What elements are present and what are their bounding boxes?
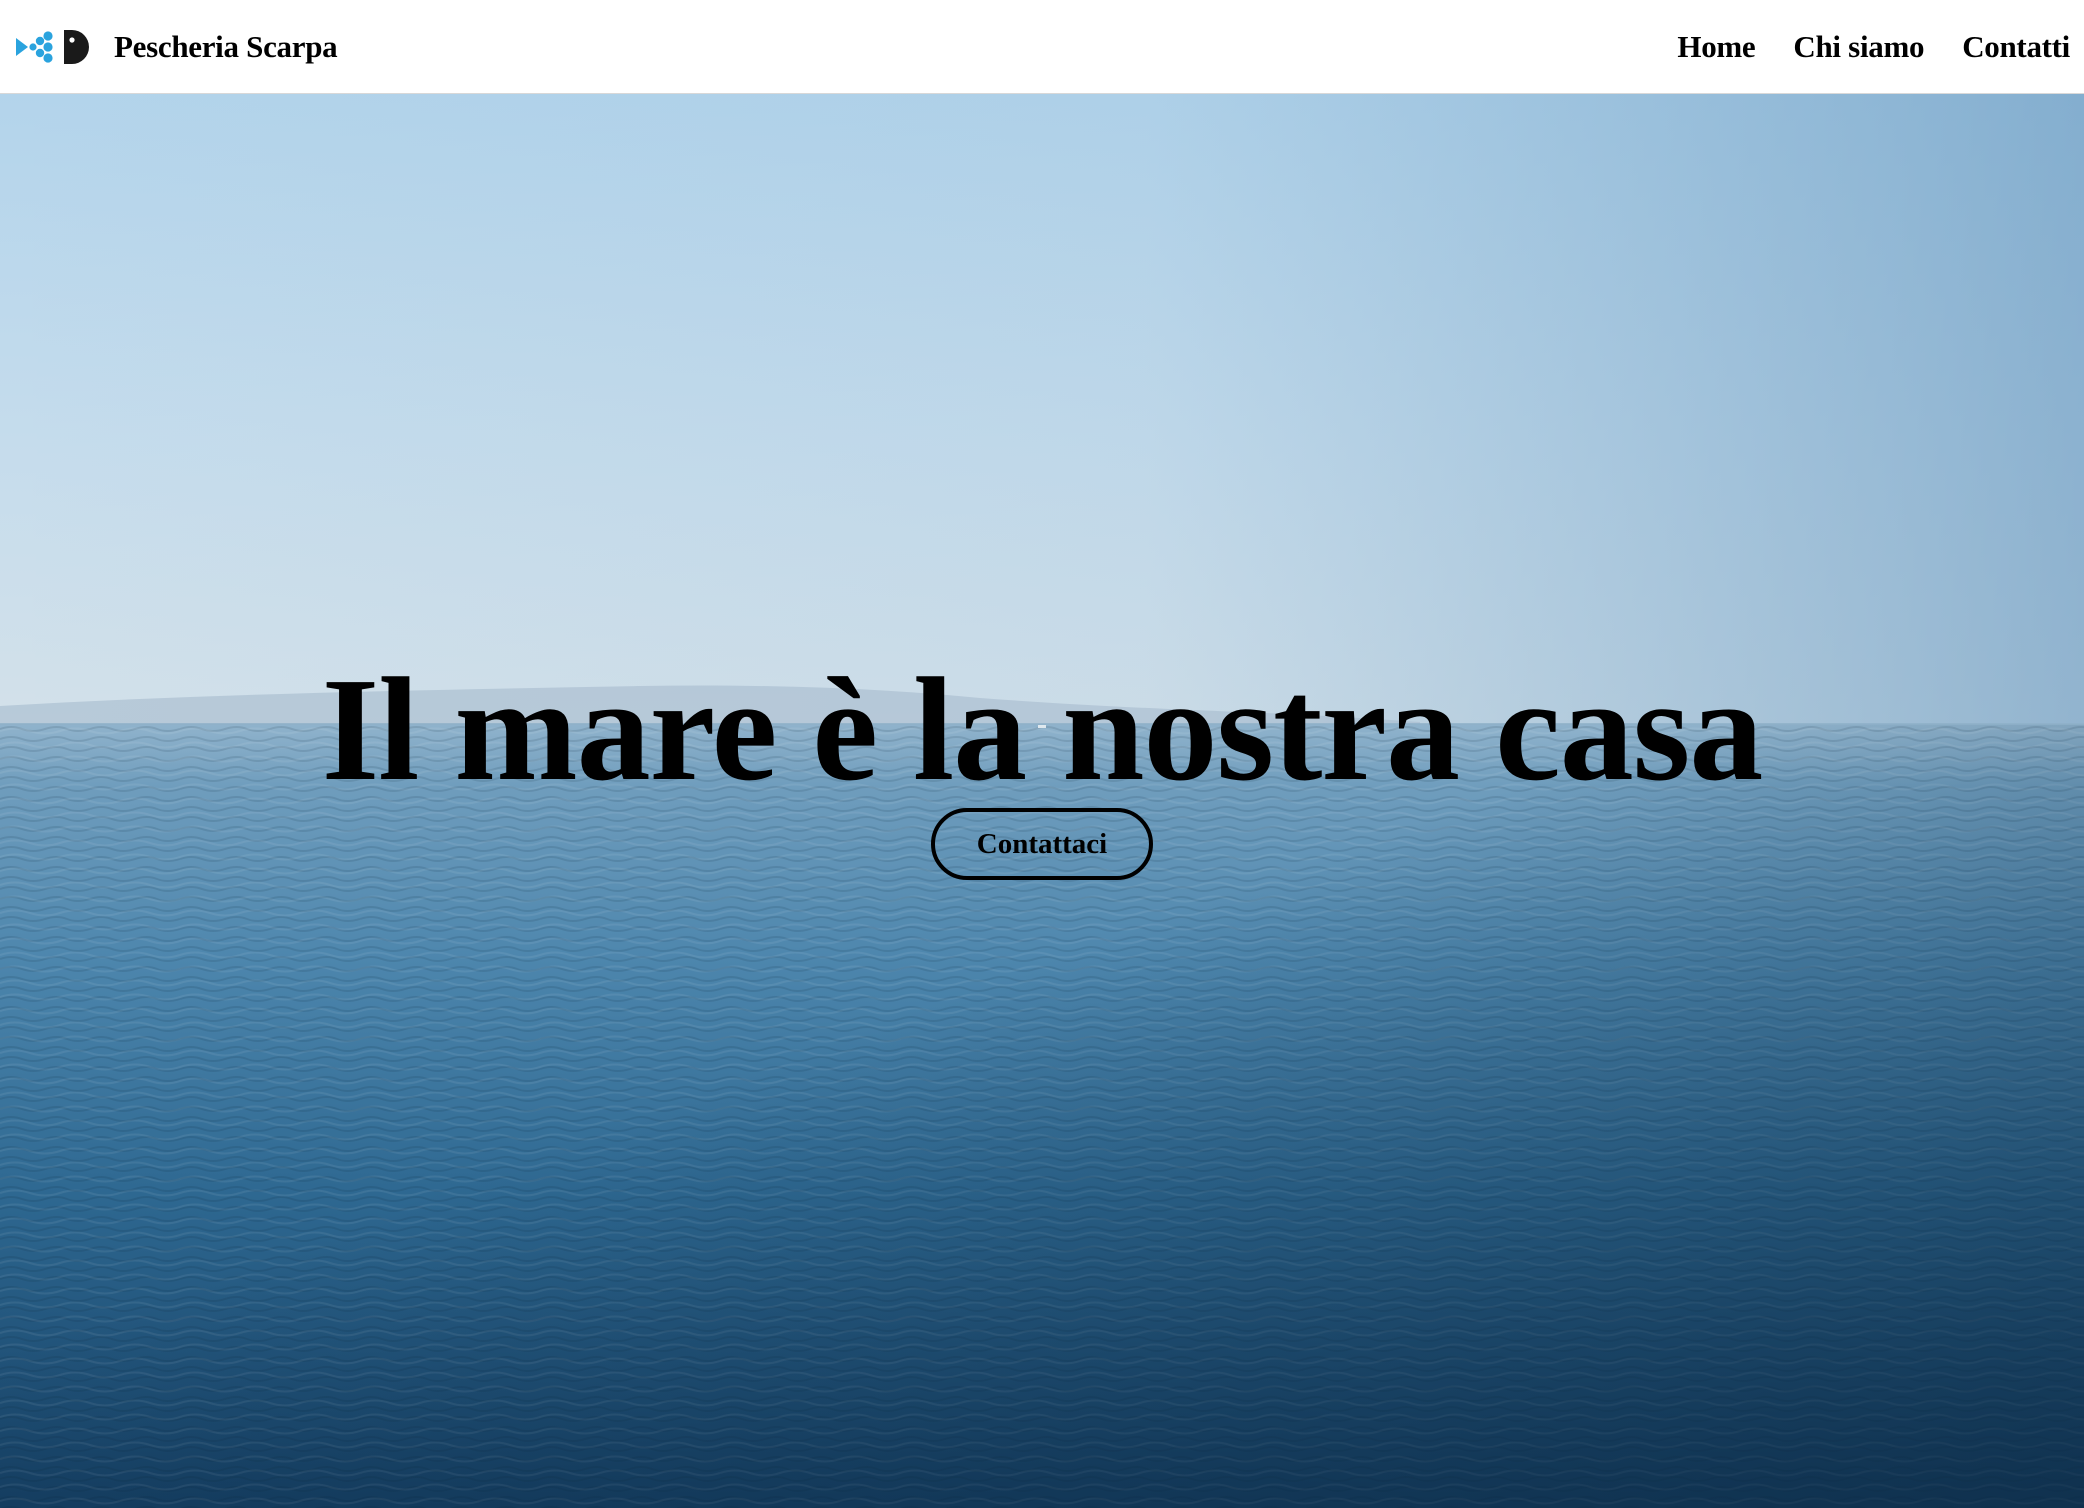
top-navbar: Pescheria Scarpa Home Chi siamo Contatti bbox=[0, 0, 2084, 94]
hero-section: Il mare è la nostra casa Contattaci bbox=[0, 94, 2084, 1508]
brand-home-link[interactable]: Pescheria Scarpa bbox=[14, 27, 338, 67]
brand-name: Pescheria Scarpa bbox=[114, 28, 338, 64]
nav-chi-siamo-link[interactable]: Chi siamo bbox=[1793, 29, 1924, 65]
main-nav: Home Chi siamo Contatti bbox=[1677, 0, 2070, 94]
hero-title: Il mare è la nostra casa bbox=[321, 648, 1764, 812]
nav-home-link[interactable]: Home bbox=[1677, 29, 1755, 65]
contattaci-button[interactable]: Contattaci bbox=[931, 808, 1153, 880]
nav-contatti-link[interactable]: Contatti bbox=[1962, 29, 2070, 65]
fish-logo-icon bbox=[16, 29, 89, 64]
